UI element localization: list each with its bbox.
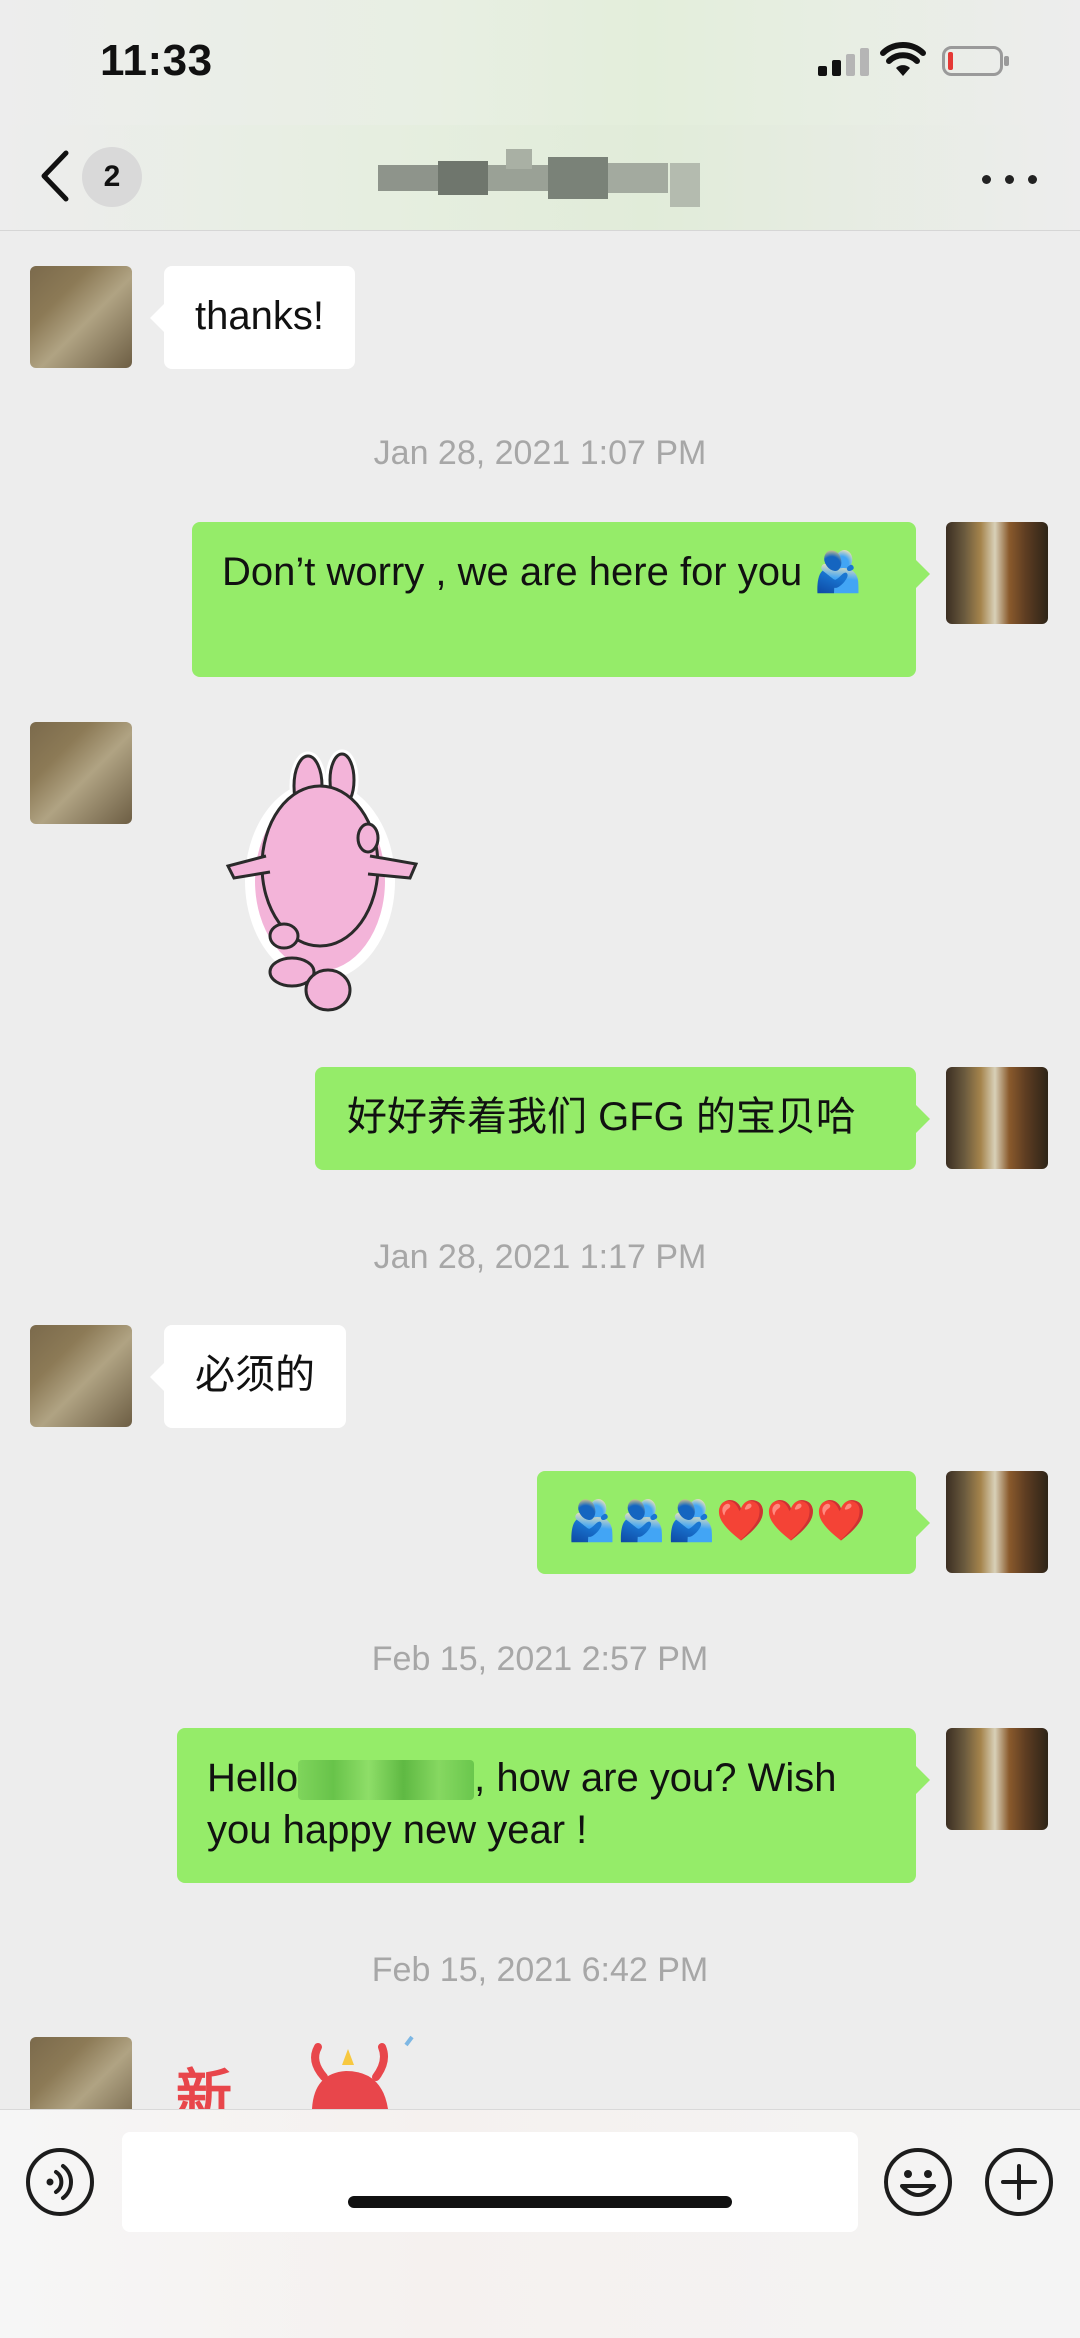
status-time: 11:33 bbox=[100, 36, 213, 85]
more-functions-button[interactable] bbox=[985, 2148, 1053, 2216]
wifi-icon bbox=[880, 42, 926, 76]
message-bubble-incoming[interactable]: thanks! bbox=[150, 266, 355, 369]
my-avatar[interactable] bbox=[946, 1067, 1048, 1169]
home-indicator[interactable] bbox=[348, 2196, 732, 2208]
message-bubble-outgoing[interactable]: Don’t worry , we are here for you 🫂 bbox=[192, 522, 930, 677]
ox-figure-icon bbox=[311, 2035, 414, 2109]
contact-avatar[interactable] bbox=[30, 1325, 132, 1427]
sticker-text: 新 bbox=[176, 2064, 232, 2109]
message-text: Don’t worry , we are here for you 🫂 bbox=[222, 550, 864, 594]
emoji-icon bbox=[900, 2170, 936, 2197]
message-text-start: Hello bbox=[207, 1756, 299, 1800]
contact-avatar[interactable] bbox=[30, 722, 132, 824]
chat-title-redacted bbox=[378, 147, 708, 209]
message-bubble-outgoing[interactable]: 好好养着我们 GFG 的宝贝哈 bbox=[315, 1067, 930, 1170]
chat-header: 2 bbox=[0, 125, 1080, 231]
plus-icon bbox=[1001, 2164, 1037, 2200]
more-options-icon[interactable] bbox=[982, 171, 1038, 187]
unread-count-badge[interactable]: 2 bbox=[82, 147, 142, 207]
message-timestamp: Feb 15, 2021 2:57 PM bbox=[371, 1640, 709, 1678]
new-year-sticker[interactable]: 新 bbox=[176, 2033, 436, 2109]
back-arrow-icon[interactable] bbox=[36, 147, 76, 205]
input-bar bbox=[0, 2109, 1080, 2338]
message-timestamp: Jan 28, 2021 1:07 PM bbox=[373, 434, 707, 472]
message-timestamp: Jan 28, 2021 1:17 PM bbox=[373, 1238, 707, 1276]
voice-input-button[interactable] bbox=[26, 2148, 94, 2216]
message-bubble-outgoing[interactable]: 🫂🫂🫂❤️❤️❤️ bbox=[537, 1471, 930, 1574]
emoji-button[interactable] bbox=[884, 2148, 952, 2216]
my-avatar[interactable] bbox=[946, 522, 1048, 624]
message-bubble-outgoing[interactable]: Hello, how are you? Wish you happy new y… bbox=[177, 1728, 930, 1883]
battery-icon bbox=[942, 46, 1009, 76]
message-timestamp: Feb 15, 2021 6:42 PM bbox=[371, 1951, 709, 1989]
bunny-sticker[interactable] bbox=[220, 746, 430, 1016]
message-text: 🫂🫂🫂❤️❤️❤️ bbox=[567, 1499, 866, 1543]
message-text: thanks! bbox=[195, 294, 324, 338]
message-text: 必须的 bbox=[195, 1353, 315, 1397]
signal-icon bbox=[818, 48, 869, 76]
contact-avatar[interactable] bbox=[30, 2037, 132, 2109]
message-bubble-incoming[interactable]: 必须的 bbox=[150, 1325, 346, 1428]
my-avatar[interactable] bbox=[946, 1471, 1048, 1573]
my-avatar[interactable] bbox=[946, 1728, 1048, 1830]
message-list: thanks! Jan 28, 2021 1:07 PM Don’t worry… bbox=[0, 231, 1080, 2109]
message-input[interactable] bbox=[122, 2132, 858, 2232]
status-bar: 11:33 bbox=[0, 0, 1080, 125]
contact-avatar[interactable] bbox=[30, 266, 132, 368]
redacted-name bbox=[298, 1760, 475, 1801]
voice-icon bbox=[46, 2164, 73, 2200]
message-text: 好好养着我们 GFG 的宝贝哈 bbox=[347, 1095, 856, 1139]
